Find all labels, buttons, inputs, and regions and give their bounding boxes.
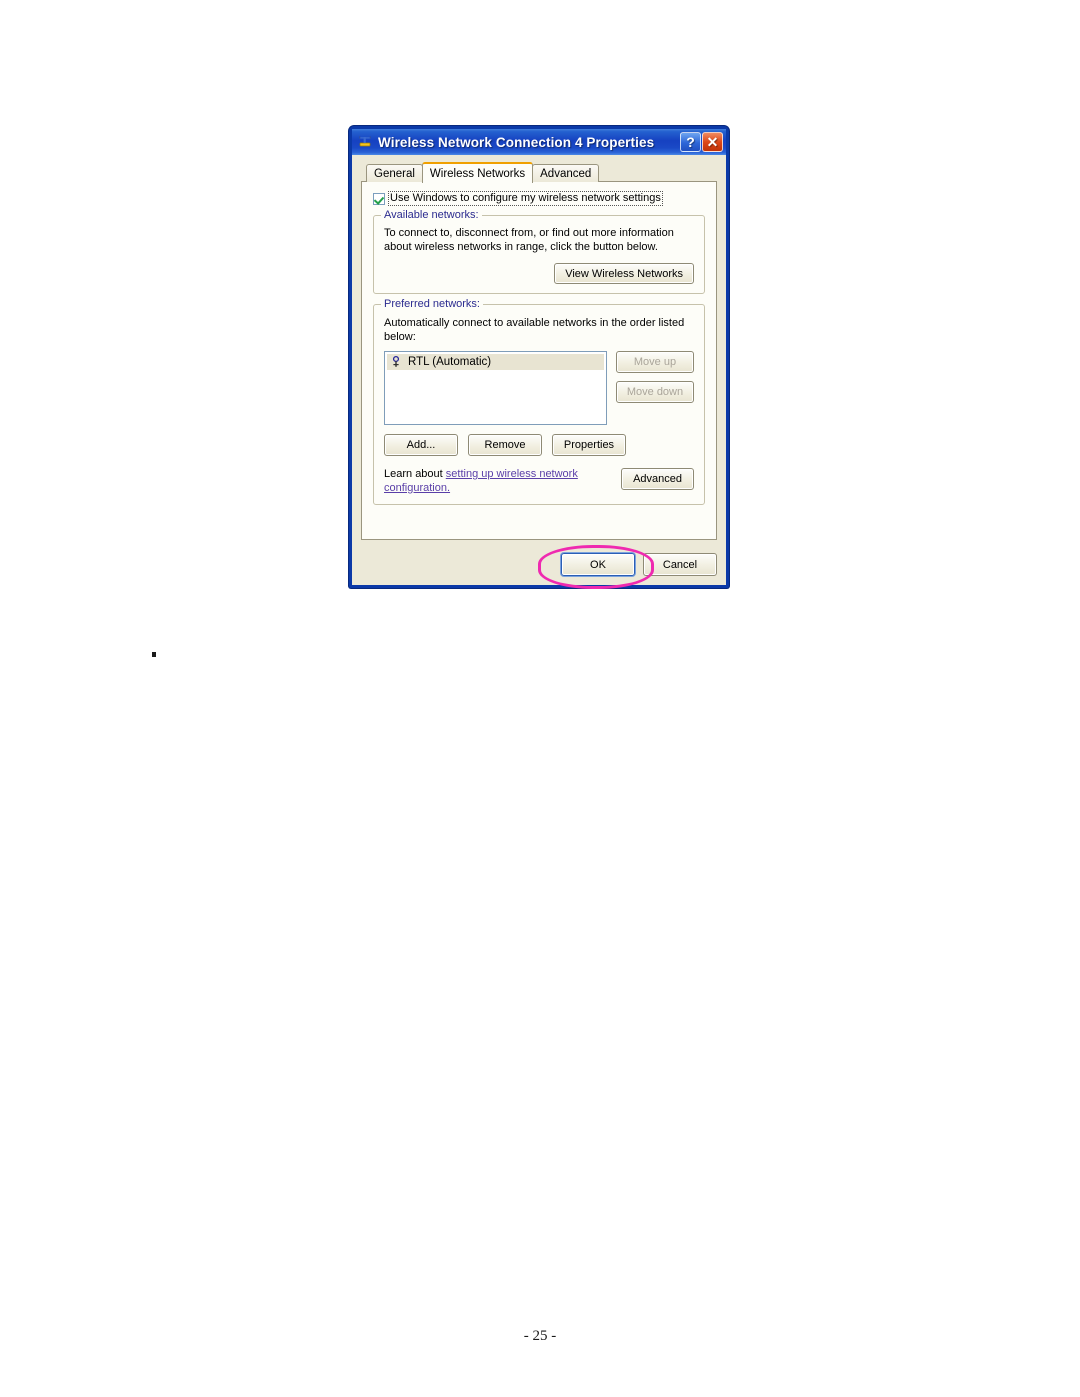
available-networks-title: Available networks: <box>381 209 482 221</box>
dialog-footer: OK Cancel <box>561 553 717 576</box>
preferred-networks-group: Preferred networks: Automatically connec… <box>373 298 705 505</box>
move-buttons-column: Move up Move down <box>616 351 694 403</box>
list-item[interactable]: RTL (Automatic) <box>387 354 604 370</box>
remove-network-button[interactable]: Remove <box>468 434 542 456</box>
preferred-networks-list-row: RTL (Automatic) Move up Move down <box>384 351 694 425</box>
dialog-title: Wireless Network Connection 4 Properties <box>378 134 655 150</box>
use-windows-checkbox[interactable] <box>373 192 385 205</box>
tab-strip: General Wireless Networks Advanced <box>360 161 718 183</box>
learn-about-prefix: Learn about <box>384 468 446 480</box>
view-networks-row: View Wireless Networks <box>384 263 694 284</box>
wireless-signal-icon <box>389 355 403 369</box>
page-number: - 25 - <box>523 1328 557 1344</box>
dialog-body: General Wireless Networks Advanced Use W… <box>352 155 726 585</box>
dialog-titlebar[interactable]: Wireless Network Connection 4 Properties… <box>352 129 726 155</box>
advanced-settings-button[interactable]: Advanced <box>621 468 694 490</box>
available-networks-description: To connect to, disconnect from, or find … <box>384 227 674 253</box>
ok-button[interactable]: OK <box>561 553 635 576</box>
cancel-button[interactable]: Cancel <box>643 553 717 576</box>
learn-about-row: Learn about setting up wireless network … <box>384 468 694 495</box>
available-networks-group: Available networks: To connect to, disco… <box>373 209 705 294</box>
tab-advanced[interactable]: Advanced <box>532 164 600 182</box>
list-item-label: RTL (Automatic) <box>408 356 492 368</box>
stray-dot-mark <box>152 652 156 657</box>
network-properties-button[interactable]: Properties <box>552 434 626 456</box>
use-windows-checkbox-label: Use Windows to configure my wireless net… <box>388 191 663 206</box>
view-wireless-networks-button[interactable]: View Wireless Networks <box>554 263 694 284</box>
use-windows-checkbox-row[interactable]: Use Windows to configure my wireless net… <box>373 191 705 206</box>
network-adapter-icon <box>357 134 373 150</box>
add-network-button[interactable]: Add... <box>384 434 458 456</box>
preferred-networks-description: Automatically connect to available netwo… <box>384 317 685 343</box>
preferred-networks-body: Automatically connect to available netwo… <box>384 317 694 495</box>
wireless-networks-tab-panel: Use Windows to configure my wireless net… <box>361 181 717 540</box>
preferred-networks-listbox[interactable]: RTL (Automatic) <box>384 351 607 425</box>
move-up-button[interactable]: Move up <box>616 351 694 373</box>
preferred-networks-title: Preferred networks: <box>381 298 483 310</box>
network-actions-row: Add... Remove Properties <box>384 434 694 456</box>
move-down-button[interactable]: Move down <box>616 381 694 403</box>
close-icon[interactable]: ✕ <box>702 132 723 152</box>
tab-general[interactable]: General <box>366 164 423 182</box>
wireless-network-properties-dialog: Wireless Network Connection 4 Properties… <box>349 126 729 588</box>
tab-wireless-networks[interactable]: Wireless Networks <box>421 162 534 183</box>
learn-about-text: Learn about setting up wireless network … <box>384 468 589 495</box>
help-button[interactable]: ? <box>680 132 701 152</box>
